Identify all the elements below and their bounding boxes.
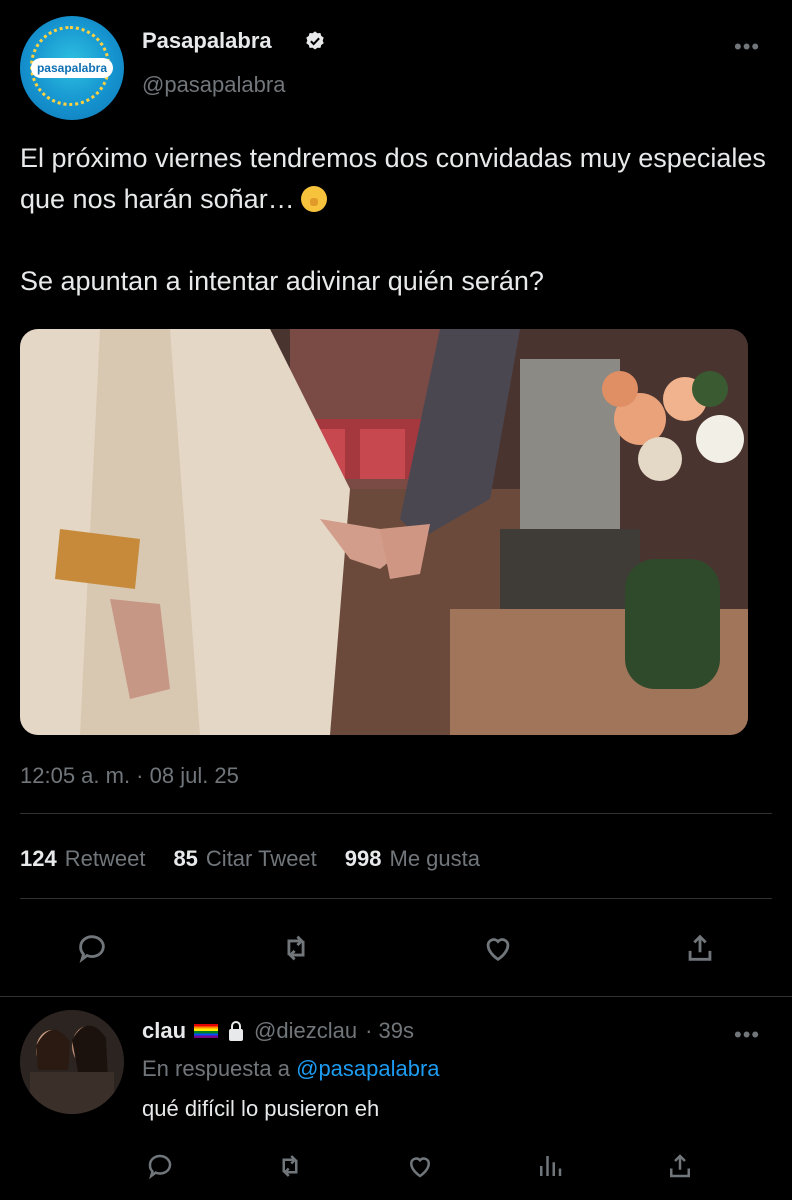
author-name[interactable]: Pasapalabra <box>142 28 272 54</box>
reply-share-icon[interactable] <box>662 1148 698 1184</box>
retweet-icon[interactable] <box>278 930 314 966</box>
tweet-stats: 124 Retweet 85 Citar Tweet 998 Me gusta <box>20 846 480 872</box>
retweets-label: Retweet <box>64 846 146 871</box>
quotes-stat[interactable]: 85 Citar Tweet <box>173 846 316 872</box>
reply-reply-icon[interactable] <box>142 1148 178 1184</box>
reply-icon[interactable] <box>74 930 110 966</box>
quotes-count: 85 <box>173 846 198 871</box>
tweet-text-line-1: El próximo viernes tendremos dos convida… <box>20 143 766 214</box>
tweet-text: El próximo viernes tendremos dos convida… <box>20 138 790 302</box>
divider <box>20 898 772 899</box>
like-icon[interactable] <box>480 930 516 966</box>
photo-illustration <box>20 329 748 735</box>
more-options-icon[interactable]: ••• <box>734 34 760 60</box>
author-handle[interactable]: @pasapalabra <box>142 72 285 98</box>
in-reply-prefix: En respuesta a <box>142 1056 290 1081</box>
reply-retweet-icon[interactable] <box>272 1148 308 1184</box>
reply-like-icon[interactable] <box>402 1148 438 1184</box>
likes-label: Me gusta <box>389 846 481 871</box>
likes-count: 998 <box>344 846 382 871</box>
verified-badge-icon <box>306 31 324 50</box>
tweet-text-line-2: Se apuntan a intentar adivinar quién ser… <box>20 266 544 296</box>
quotes-label: Citar Tweet <box>205 846 317 871</box>
section-divider <box>0 996 792 997</box>
retweets-count: 124 <box>20 846 57 871</box>
in-reply-mention-link[interactable]: @pasapalabra <box>296 1056 439 1081</box>
author-avatar[interactable]: pasapalabra <box>20 16 124 120</box>
share-icon[interactable] <box>682 930 718 966</box>
in-reply-to: En respuesta a @pasapalabra <box>142 1056 440 1082</box>
reply-author-handle[interactable]: @diezclau <box>254 1018 357 1044</box>
lock-icon <box>229 1021 244 1041</box>
reply-time[interactable]: · 39s <box>365 1018 414 1044</box>
tweet-photo[interactable] <box>20 329 748 735</box>
shushing-face-emoji-icon <box>300 186 327 212</box>
likes-stat[interactable]: 998 Me gusta <box>345 846 480 872</box>
divider <box>20 813 772 814</box>
reply-avatar-photo <box>20 1010 124 1114</box>
rainbow-flag-icon <box>194 1024 219 1038</box>
reply-more-options-icon[interactable]: ••• <box>734 1022 760 1048</box>
reply-text: qué difícil lo pusieron eh <box>142 1096 380 1121</box>
avatar-brand-text: pasapalabra <box>30 58 114 78</box>
reply-avatar[interactable] <box>20 1010 124 1114</box>
reply-header: clau @diezclau · 39s <box>142 1018 414 1044</box>
reply-views-icon[interactable] <box>532 1148 568 1184</box>
tweet-timestamp[interactable]: 12:05 a. m. · 08 jul. 25 <box>20 763 239 789</box>
retweets-stat[interactable]: 124 Retweet <box>20 846 145 872</box>
reply-author-name[interactable]: clau <box>142 1018 186 1044</box>
